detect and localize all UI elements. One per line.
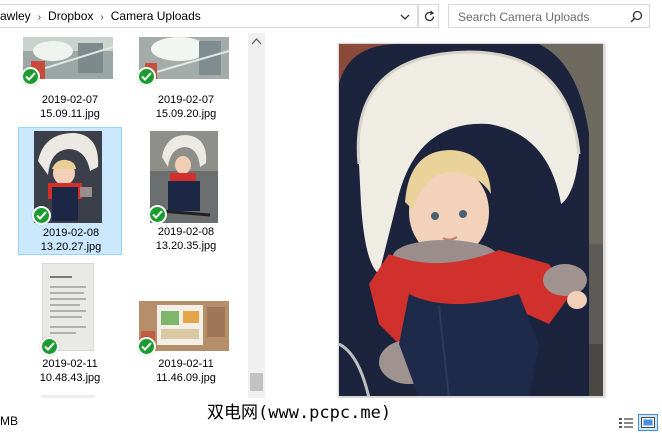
file-tile[interactable]: 2019-02-11 10.48.43.jpg — [18, 259, 122, 387]
file-date: 2019-02-08 — [157, 226, 215, 238]
chevron-down-icon[interactable] — [398, 10, 412, 24]
file-tile[interactable]: 2019-02-11 11.46.09.jpg — [134, 259, 238, 387]
refresh-button[interactable] — [418, 4, 439, 28]
file-list: 2019-02-07 15.09.11.jpg 2019-02-07 15.09… — [0, 33, 248, 398]
watermark-text: 双电网(www.pcpc.me) — [207, 403, 392, 423]
sync-check-icon — [40, 337, 59, 356]
sync-check-icon — [148, 205, 167, 224]
search-icon[interactable] — [630, 10, 643, 23]
large-icons-view-button[interactable] — [638, 414, 658, 431]
address-bar[interactable]: awley › Dropbox › Camera Uploads — [0, 4, 418, 28]
breadcrumb: awley › Dropbox › Camera Uploads — [0, 9, 201, 25]
file-name: 2019-02-11 11.46.09.jpg — [134, 357, 238, 385]
selection-size: MB — [0, 414, 18, 428]
file-time: 13.20.35.jpg — [155, 240, 217, 252]
file-time: 10.48.43.jpg — [39, 372, 101, 384]
file-date: 2019-02-07 — [41, 94, 99, 106]
file-time: 15.09.20.jpg — [155, 108, 217, 120]
file-time: 15.09.11.jpg — [40, 108, 100, 120]
file-time: 11.46.09.jpg — [156, 372, 216, 384]
breadcrumb-item-user[interactable]: awley — [0, 9, 31, 23]
breadcrumb-separator-icon[interactable]: › — [38, 11, 41, 25]
navigation-bar: awley › Dropbox › Camera Uploads Search Came… — [0, 0, 662, 33]
file-tile[interactable]: 2019-02-08 13.20.35.jpg — [134, 127, 238, 255]
file-name: 2019-02-08 13.20.35.jpg — [134, 225, 238, 253]
sync-check-icon — [21, 67, 40, 86]
search-box[interactable]: Search Camera Uploads — [448, 4, 650, 28]
scroll-up-arrow-icon[interactable] — [251, 37, 262, 45]
file-date: 2019-02-11 — [42, 358, 98, 370]
status-bar: MB 双电网(www.pcpc.me) — [0, 398, 662, 433]
vertical-scrollbar[interactable] — [248, 33, 265, 398]
sync-check-icon — [137, 337, 156, 356]
file-name: 2019-02-11 10.48.43.jpg — [18, 357, 122, 385]
sync-check-icon — [32, 206, 51, 225]
breadcrumb-item-camera-uploads[interactable]: Camera Uploads — [111, 9, 201, 23]
file-time: 13.20.27.jpg — [40, 241, 102, 253]
large-icons-view-icon — [641, 417, 655, 428]
breadcrumb-separator-icon[interactable]: › — [100, 11, 103, 25]
refresh-icon — [424, 10, 435, 22]
scrollbar-thumb[interactable] — [250, 373, 263, 391]
breadcrumb-item-dropbox[interactable]: Dropbox — [48, 9, 93, 23]
sync-check-icon — [137, 67, 156, 86]
file-date: 2019-02-07 — [157, 94, 215, 106]
search-input[interactable]: Search Camera Uploads — [458, 10, 589, 24]
details-view-icon[interactable] — [618, 416, 634, 430]
file-tile-selected[interactable]: 2019-02-08 13.20.27.jpg — [18, 127, 122, 255]
preview-pane — [265, 33, 662, 398]
preview-image — [338, 43, 604, 397]
file-name: 2019-02-08 13.20.27.jpg — [19, 226, 123, 254]
file-name: 2019-02-07 15.09.11.jpg — [18, 93, 122, 121]
file-date: 2019-02-08 — [42, 227, 100, 239]
file-name: 2019-02-07 15.09.20.jpg — [134, 93, 238, 121]
file-date: 2019-02-11 — [158, 358, 214, 370]
